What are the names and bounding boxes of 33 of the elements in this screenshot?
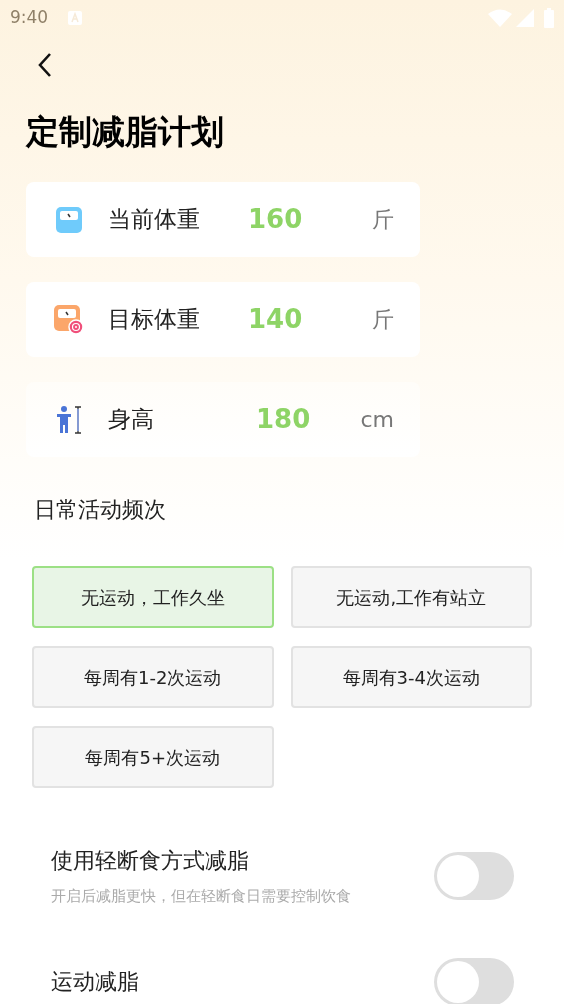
field-value: 160 bbox=[248, 203, 303, 236]
field-label: 当前体重 bbox=[108, 205, 201, 235]
input-card[interactable]: 身高 180 cm bbox=[26, 382, 420, 457]
activity-option[interactable]: 无运动，工作久坐 bbox=[32, 566, 274, 628]
scale-icon bbox=[56, 206, 82, 233]
setting-description: 开启后减脂更快，但在轻断食日需要控制饮食 bbox=[51, 886, 352, 907]
wifi-icon bbox=[488, 9, 512, 27]
notification-icon bbox=[68, 11, 83, 25]
activity-option[interactable]: 每周有1-2次运动 bbox=[32, 646, 274, 708]
toggle-switch[interactable] bbox=[434, 957, 514, 1004]
field-label: 目标体重 bbox=[108, 305, 201, 335]
toggle-switch[interactable] bbox=[434, 851, 514, 900]
battery-icon bbox=[544, 8, 554, 28]
unit-label: 斤 bbox=[372, 206, 394, 234]
status-time: 9:40 bbox=[10, 6, 49, 30]
field-value: 140 bbox=[248, 303, 303, 336]
activity-option[interactable]: 每周有3-4次运动 bbox=[290, 646, 532, 708]
signal-icon bbox=[516, 9, 534, 27]
person-height-icon bbox=[55, 404, 83, 435]
setting-title: 运动减脂 bbox=[51, 968, 140, 996]
activity-option[interactable]: 无运动,工作有站立 bbox=[290, 566, 532, 628]
back-icon bbox=[38, 52, 52, 78]
section-label: 日常活动频次 bbox=[34, 496, 167, 524]
field-value: 180 bbox=[256, 403, 311, 436]
unit-label: cm bbox=[360, 406, 394, 434]
page-title: 定制减脂计划 bbox=[26, 111, 225, 153]
input-card[interactable]: 当前体重 160 斤 bbox=[26, 182, 420, 257]
activity-option[interactable]: 每周有5+次运动 bbox=[32, 726, 274, 788]
unit-label: 斤 bbox=[372, 306, 394, 334]
scale-target-icon bbox=[54, 304, 84, 335]
field-label: 身高 bbox=[108, 405, 155, 435]
input-card[interactable]: 目标体重 140 斤 bbox=[26, 282, 420, 357]
setting-title: 使用轻断食方式减脂 bbox=[51, 847, 250, 875]
